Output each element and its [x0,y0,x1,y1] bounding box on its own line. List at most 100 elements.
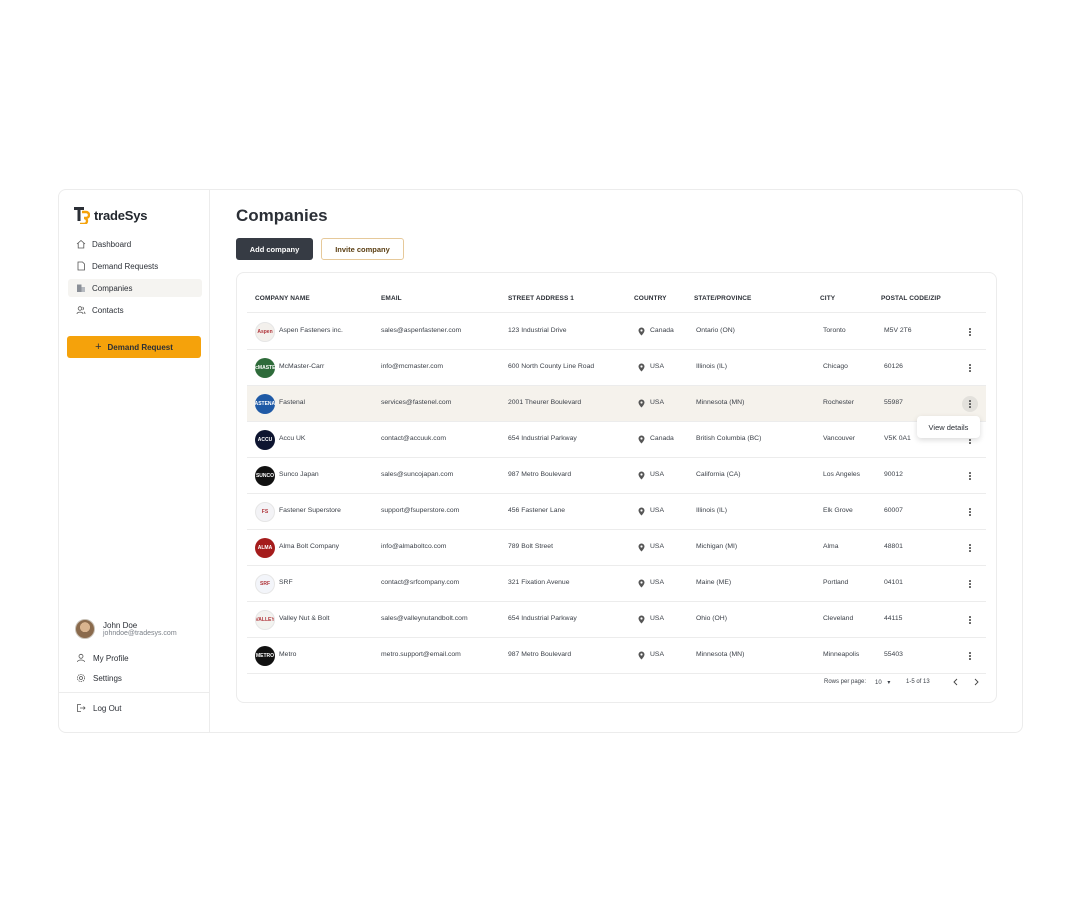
location-pin-icon [638,471,645,480]
state-cell: Illinois (IL) [696,363,727,370]
country-cell: Canada [650,327,674,334]
state-cell: Ontario (ON) [696,327,735,334]
rows-per-page-value: 10 [875,680,882,686]
sidebar-item-dashboard[interactable]: Dashboard [68,235,202,253]
table-row[interactable]: SUNCO Sunco Japan sales@suncojapan.com 987 … [247,458,986,494]
city-cell: Toronto [823,327,846,334]
country-cell: USA [650,363,664,370]
row-menu-kebab-icon[interactable] [962,324,978,340]
row-menu-kebab-icon[interactable] [962,612,978,628]
sidebar-item-label: Companies [92,283,133,293]
company-logo: Aspen [255,322,275,342]
row-menu-kebab-icon[interactable] [962,360,978,376]
column-header-postal[interactable]: POSTAL CODE/ZIP [881,295,941,302]
email-cell: sales@suncojapan.com [381,471,454,478]
company-name-cell: McMaster-Carr [279,363,325,370]
row-menu-kebab-icon[interactable] [962,540,978,556]
chevron-right-icon[interactable] [971,677,981,687]
email-cell: metro.support@email.com [381,651,461,658]
demand-request-button[interactable]: + Demand Request [67,336,201,358]
postal-cell: 60126 [884,363,903,370]
sidebar-item-demand-requests[interactable]: Demand Requests [68,257,202,275]
email-cell: contact@accuuk.com [381,435,447,442]
table-row[interactable]: METRO Metro metro.support@email.com 987 Met… [247,638,986,674]
my-profile-label: My Profile [93,653,129,663]
home-icon [76,239,86,249]
sidebar-item-companies[interactable]: Companies [68,279,202,297]
city-cell: Alma [823,543,839,550]
column-header-state[interactable]: STATE/PROVINCE [694,295,752,302]
street-cell: 987 Metro Boulevard [508,651,572,658]
column-header-company-name[interactable]: COMPANY NAME [255,295,310,302]
state-cell: Ohio (OH) [696,615,727,622]
city-cell: Chicago [823,363,848,370]
add-company-button[interactable]: Add company [236,238,313,260]
email-cell: info@mcmaster.com [381,363,444,370]
company-logo: ACCU [255,430,275,450]
row-menu-kebab-icon[interactable] [962,648,978,664]
street-cell: 321 Fixation Avenue [508,579,570,586]
row-menu-kebab-icon[interactable] [962,396,978,412]
table-row[interactable]: FASTENAL Fastenal services@fastenel.com 200… [247,386,986,422]
company-name-cell: Alma Bolt Company [279,543,340,550]
sidebar-item-contacts[interactable]: Contacts [68,301,202,319]
table-row[interactable]: McMASTER McMaster-Carr info@mcmaster.com 60… [247,350,986,386]
chevron-left-icon[interactable] [951,677,961,687]
table-row[interactable]: FS Fastener Superstore support@fsuperstore… [247,494,986,530]
column-header-city[interactable]: CITY [820,295,835,302]
street-cell: 2001 Theurer Boulevard [508,399,582,406]
row-menu-kebab-icon[interactable] [962,504,978,520]
street-cell: 123 Industrial Drive [508,327,567,334]
my-profile-link[interactable]: My Profile [76,653,129,663]
company-logo: ALMA [255,538,275,558]
tradesys-logo-icon [74,206,91,226]
column-header-email[interactable]: EMAIL [381,295,402,302]
table-row[interactable]: SRF SRF contact@srfcompany.com 321 Fixation… [247,566,986,602]
logout-link[interactable]: Log Out [76,703,121,713]
building-icon [77,284,85,292]
country-cell: USA [650,399,664,406]
column-header-street[interactable]: STREET ADDRESS 1 [508,295,574,302]
table-row[interactable]: Aspen Aspen Fasteners inc. sales@aspenfast… [247,314,986,350]
email-cell: contact@srfcompany.com [381,579,460,586]
table-row[interactable]: VALLEY Valley Nut & Bolt sales@valleynutan… [247,602,986,638]
sidebar-item-label: Demand Requests [92,261,159,271]
table-header: COMPANY NAME EMAIL STREET ADDRESS 1 COUN… [247,287,986,313]
email-cell: sales@aspenfastener.com [381,327,462,334]
postal-cell: V5K 0A1 [884,435,911,442]
company-logo: METRO [255,646,275,666]
country-cell: USA [650,471,664,478]
rows-per-page-select[interactable]: 10 ▾ [875,679,890,686]
postal-cell: 44115 [884,615,903,622]
country-cell: USA [650,579,664,586]
brand[interactable]: tradeSys [74,206,148,226]
location-pin-icon [638,363,645,372]
avatar [75,619,95,639]
city-cell: Los Angeles [823,471,861,478]
user-icon [77,653,85,663]
column-header-country[interactable]: COUNTRY [634,295,667,302]
street-cell: 600 North County Line Road [508,363,595,370]
invite-company-button[interactable]: Invite company [321,238,404,260]
location-pin-icon [638,327,645,336]
gear-icon [77,674,85,682]
state-cell: Illinois (IL) [696,507,727,514]
logout-label: Log Out [93,703,122,713]
sidebar-item-label: Contacts [92,305,124,315]
brand-name: tradeSys [94,207,148,223]
row-menu-kebab-icon[interactable] [962,576,978,592]
settings-link[interactable]: Settings [76,673,122,683]
street-cell: 789 Bolt Street [508,543,553,550]
table-row[interactable]: ALMA Alma Bolt Company info@almaboltco.com… [247,530,986,566]
row-menu-kebab-icon[interactable] [962,468,978,484]
location-pin-icon [638,615,645,624]
city-cell: Rochester [823,399,854,406]
user-profile-block[interactable]: John Doe johndoe@tradesys.com [75,619,177,639]
city-cell: Cleveland [823,615,854,622]
table-row[interactable]: ACCU Accu UK contact@accuuk.com 654 Industr… [247,422,986,458]
email-cell: sales@valleynutandbolt.com [381,615,468,622]
view-details-menu-item[interactable]: View details [917,416,980,438]
country-cell: USA [650,615,664,622]
company-name-cell: Accu UK [279,435,306,442]
rows-per-page-label: Rows per page: [824,679,867,685]
